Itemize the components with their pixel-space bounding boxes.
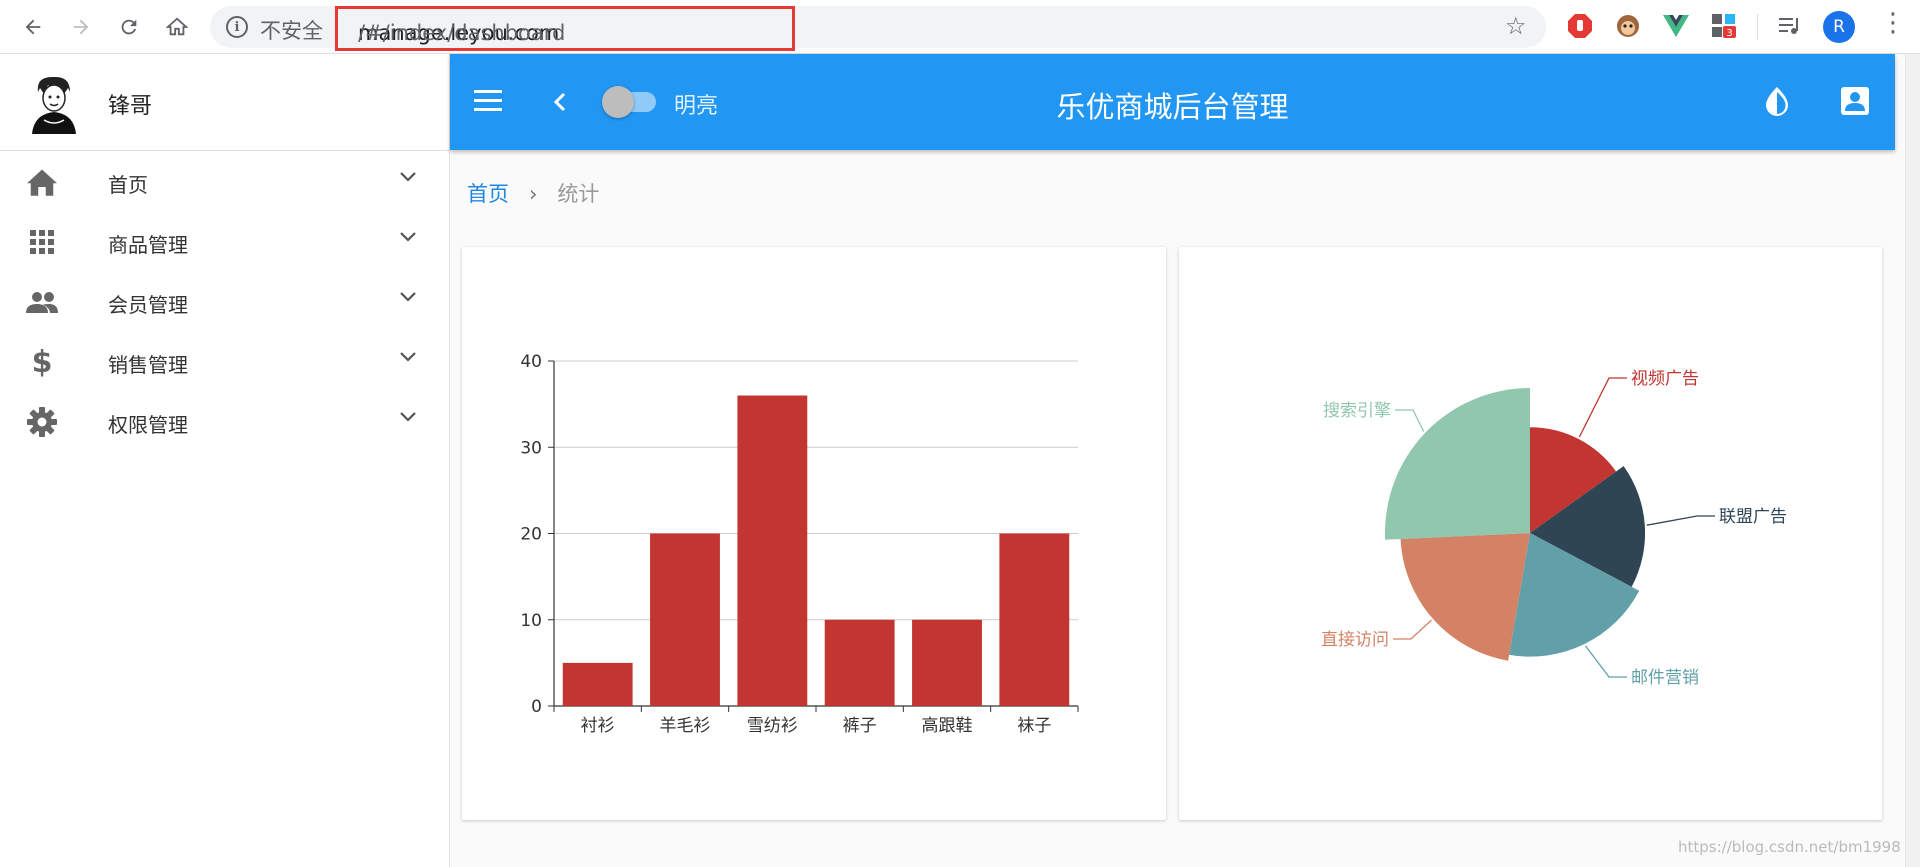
pie-label-line	[1578, 377, 1627, 438]
pie-label: 视频广告	[1631, 369, 1699, 389]
people-icon	[26, 287, 58, 317]
chevron-down-icon[interactable]	[398, 167, 418, 187]
sidebar: 锋哥 首页 商品管理 会员管理 $ 销售管理 权限管理	[0, 54, 450, 867]
bar	[999, 533, 1070, 706]
vue-devtools-icon[interactable]	[1662, 12, 1690, 40]
sidebar-item-label: 销售管理	[108, 353, 188, 377]
apps-grid-icon	[26, 227, 58, 257]
x-tick-label: 袜子	[1017, 716, 1051, 736]
chevron-down-icon[interactable]	[398, 227, 418, 247]
sidebar-item-sales[interactable]: $ 销售管理	[0, 331, 449, 391]
pie-chart-card: 视频广告联盟广告邮件营销 直接访问 搜索引擎	[1179, 247, 1882, 820]
pie-label: 联盟广告	[1719, 507, 1787, 527]
pie-label: 直接访问	[1321, 630, 1389, 650]
browser-profile-avatar[interactable]: R	[1823, 11, 1855, 43]
bar-chart: 0 10 20 30 40 衬衫 羊毛衫 雪纺衫 裤子 高跟鞋 袜子	[520, 352, 1079, 736]
media-playlist-icon[interactable]	[1776, 12, 1804, 40]
invert-colors-icon[interactable]	[1760, 84, 1794, 118]
bar	[562, 662, 633, 706]
sidebar-item-label: 权限管理	[108, 413, 188, 437]
sidebar-item-home[interactable]: 首页	[0, 151, 449, 211]
sidebar-item-members[interactable]: 会员管理	[0, 271, 449, 331]
user-profile: 锋哥	[0, 54, 449, 151]
pie-slice	[1400, 533, 1530, 661]
chevron-down-icon[interactable]	[398, 287, 418, 307]
pie-slice	[1385, 388, 1530, 540]
sidebar-item-label: 首页	[108, 173, 148, 197]
forward-arrow-icon[interactable]	[64, 10, 98, 44]
bar	[824, 619, 895, 706]
bar	[737, 395, 808, 706]
info-icon[interactable]: i	[226, 16, 248, 38]
breadcrumb: 首页 › 统计	[467, 178, 599, 208]
breadcrumb-home-link[interactable]: 首页	[467, 182, 509, 206]
toolbar-divider	[1757, 14, 1758, 40]
pie-label: 邮件营销	[1631, 668, 1699, 688]
browser-menu-icon[interactable]: ⋮	[1880, 8, 1906, 38]
page-title: 乐优商城后台管理	[1056, 90, 1289, 124]
home-icon	[26, 167, 58, 197]
bar-chart-card: 0 10 20 30 40 衬衫 羊毛衫 雪纺衫 裤子 高跟鞋 袜子	[462, 247, 1166, 820]
watermark: https://blog.csdn.net/bm1998	[1678, 838, 1901, 856]
extension-badge: 3	[1726, 28, 1732, 39]
pie-label-line	[1395, 409, 1425, 432]
app-header: 明亮 乐优商城后台管理	[450, 54, 1895, 150]
x-tick-label: 雪纺衫	[747, 716, 798, 736]
sidebar-item-goods[interactable]: 商品管理	[0, 211, 449, 271]
sidebar-item-label: 商品管理	[108, 233, 188, 257]
chevron-down-icon[interactable]	[398, 407, 418, 427]
breadcrumb-current: 统计	[557, 182, 600, 206]
user-avatar[interactable]	[28, 72, 80, 134]
adblock-extension-icon[interactable]	[1566, 12, 1594, 40]
reload-icon[interactable]	[112, 10, 146, 44]
sidebar-item-label: 会员管理	[108, 293, 188, 317]
back-arrow-icon[interactable]	[16, 10, 50, 44]
bookmark-star-icon[interactable]: ☆	[1505, 12, 1527, 40]
pie-chart: 视频广告联盟广告邮件营销 直接访问 搜索引擎	[1321, 369, 1787, 688]
sidebar-item-permissions[interactable]: 权限管理	[0, 391, 449, 451]
y-tick-label: 10	[520, 611, 542, 631]
dollar-icon: $	[31, 344, 53, 380]
browser-toolbar: i 不安全 manage.leyou.com/#/index/dashboard…	[0, 0, 1920, 54]
x-tick-label: 高跟鞋	[922, 716, 973, 736]
url-path: /#/index/dashboard	[358, 21, 566, 45]
user-name: 锋哥	[108, 94, 153, 119]
x-tick-label: 羊毛衫	[660, 716, 711, 736]
y-tick-label: 40	[520, 352, 542, 372]
y-tick-label: 0	[531, 697, 542, 717]
account-box-icon[interactable]	[1840, 86, 1870, 116]
chevron-down-icon[interactable]	[398, 347, 418, 367]
pie-label-line	[1393, 619, 1432, 640]
x-tick-label: 衬衫	[581, 716, 615, 736]
gear-icon	[26, 407, 58, 437]
home-browser-icon[interactable]	[160, 10, 194, 44]
bar	[650, 533, 720, 706]
y-tick-label: 30	[520, 438, 542, 458]
insecure-label: 不安全	[260, 19, 323, 43]
extension-with-badge-icon[interactable]: 3	[1710, 12, 1738, 40]
pie-label-line	[1584, 645, 1627, 678]
pie-label-line	[1646, 515, 1715, 526]
url-highlight-box[interactable]: manage.leyou.com/#/index/dashboard	[335, 6, 795, 51]
monkey-extension-icon[interactable]	[1614, 12, 1642, 40]
x-tick-label: 裤子	[843, 716, 877, 736]
bar	[912, 619, 982, 706]
pie-label: 搜索引擎	[1323, 401, 1391, 421]
breadcrumb-separator: ›	[529, 182, 538, 206]
y-tick-label: 20	[520, 525, 542, 545]
page-scrollbar[interactable]	[1905, 54, 1920, 867]
